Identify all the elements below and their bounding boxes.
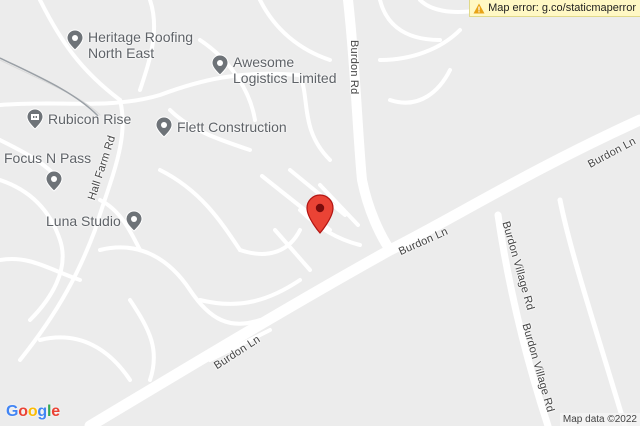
road-burdon-road <box>343 0 395 255</box>
logo-letter: o <box>27 403 38 420</box>
poi-label: Heritage Roofing North East <box>88 29 194 61</box>
poi-label: Focus N Pass <box>4 150 92 166</box>
logo-letter: g <box>37 403 47 420</box>
map-error-banner[interactable]: Map error: g.co/staticmaperror <box>469 0 640 17</box>
warning-icon <box>473 3 485 13</box>
pin-icon <box>125 210 143 232</box>
poi-label: Awesome Logistics Limited <box>233 54 337 86</box>
pin-icon <box>45 170 63 192</box>
logo-letter: G <box>6 403 19 420</box>
poi-awesome-logistics[interactable]: Awesome Logistics Limited <box>211 54 337 86</box>
logo-letter: o <box>18 403 28 420</box>
road-label-burdon-rd: Burdon Rd <box>348 40 360 95</box>
google-logo: Google <box>6 403 60 421</box>
pin-icon <box>211 54 229 76</box>
building-icon <box>26 108 44 130</box>
poi-label: Flett Construction <box>177 119 287 135</box>
logo-letter: e <box>51 403 60 420</box>
poi-luna-studio[interactable]: Luna Studio <box>46 210 143 232</box>
map-canvas[interactable]: Heritage Roofing North East Awesome Logi… <box>0 0 640 426</box>
map-attribution: Map data ©2022 <box>559 413 640 426</box>
error-text: Map error: g.co/staticmaperror <box>488 2 636 14</box>
poi-heritage-roofing[interactable]: Heritage Roofing North East <box>66 29 193 61</box>
poi-rubicon-rise[interactable]: Rubicon Rise <box>26 108 131 130</box>
pin-icon <box>66 29 84 51</box>
poi-label: Luna Studio <box>46 213 121 229</box>
poi-flett-construction[interactable]: Flett Construction <box>155 116 287 138</box>
road-burdon-village-road-2 <box>557 197 628 426</box>
red-marker-icon[interactable] <box>306 194 334 234</box>
pin-icon <box>155 116 173 138</box>
poi-label: Rubicon Rise <box>48 111 132 127</box>
poi-focus-n-pass[interactable]: Focus N Pass <box>4 150 91 192</box>
